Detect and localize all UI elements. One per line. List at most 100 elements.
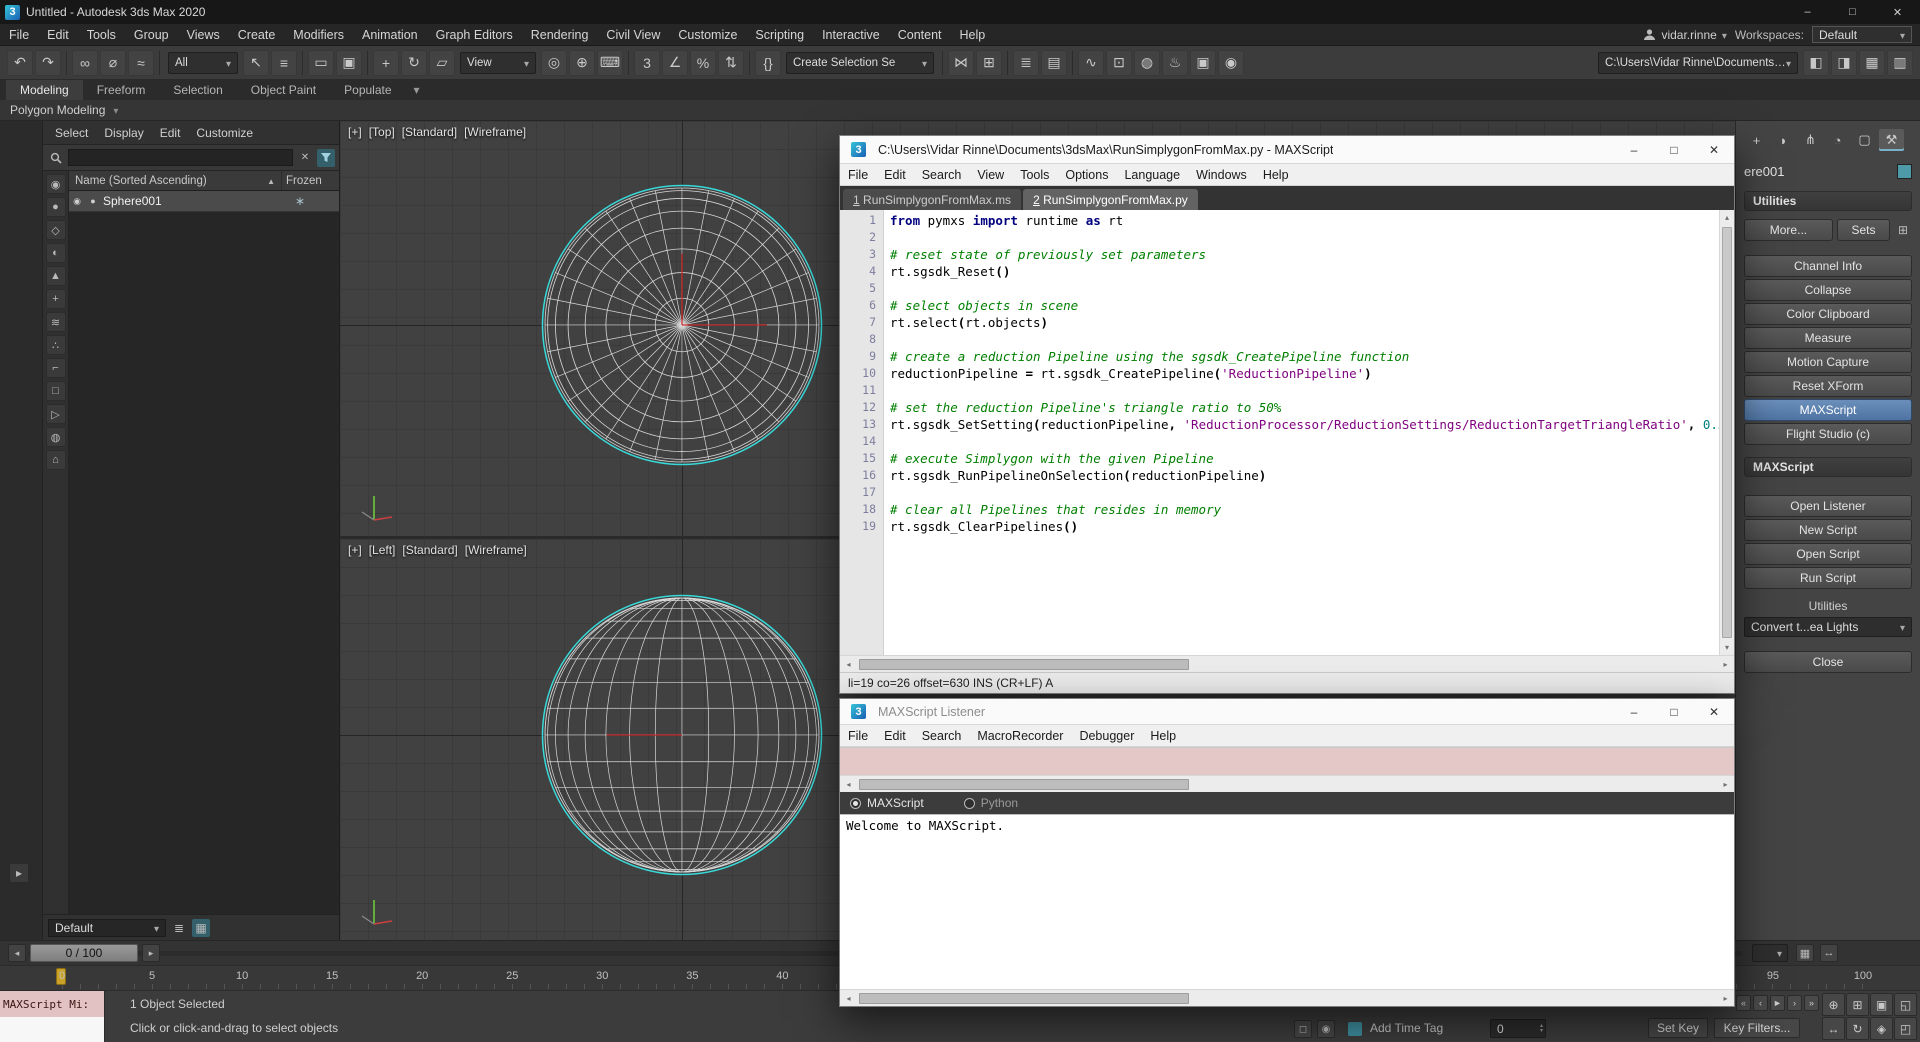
listener-scrollbar[interactable]	[840, 989, 1734, 1006]
track-view-icon[interactable]: ▦	[1796, 944, 1814, 962]
material-editor-icon[interactable]: ◍	[1134, 50, 1160, 76]
utility-button-maxscript[interactable]: MAXScript	[1744, 399, 1912, 421]
angle-snap-icon[interactable]: ∠	[662, 50, 688, 76]
maxscript-rollout-header[interactable]: MAXScript	[1744, 457, 1912, 477]
ribbon-tab-modeling[interactable]: Modeling	[6, 80, 83, 100]
utilities-rollout-header[interactable]: Utilities	[1744, 191, 1912, 211]
bind-to-spacewarp-icon[interactable]: ≈	[128, 50, 154, 76]
scroll-right-icon[interactable]	[1717, 656, 1734, 672]
bones-filter-icon[interactable]: ⌐	[46, 358, 66, 378]
editor-code[interactable]: from pymxs import runtime as rt # reset …	[884, 210, 1719, 655]
pan-icon[interactable]: ↔	[1822, 1017, 1845, 1040]
viewport-menu-general[interactable]: [+]	[348, 125, 362, 139]
minimize-icon[interactable]: –	[1614, 136, 1654, 163]
align-icon[interactable]: ⊞	[976, 50, 1002, 76]
xrefs-filter-icon[interactable]: ▷	[46, 404, 66, 424]
helpers-filter-icon[interactable]: +	[46, 289, 66, 309]
maxscript-button-open-listener[interactable]: Open Listener	[1744, 495, 1912, 517]
layer-list-icon[interactable]: ≣	[170, 919, 188, 937]
spinner-snap-icon[interactable]: ⇅	[718, 50, 744, 76]
scroll-right-icon[interactable]	[1717, 776, 1734, 792]
select-and-rotate-icon[interactable]: ↻	[401, 50, 427, 76]
spacewarps-filter-icon[interactable]: ≋	[46, 312, 66, 332]
column-header-frozen[interactable]: Frozen	[281, 171, 339, 190]
render-shaded-icon[interactable]: ◧	[1803, 50, 1829, 76]
utility-button-flight-studio-c[interactable]: Flight Studio (c)	[1744, 423, 1912, 445]
scrollbar-thumb[interactable]	[859, 993, 1189, 1004]
modify-tab-icon[interactable]: ◗	[1771, 129, 1796, 151]
hierarchy-tab-icon[interactable]: ⋔	[1798, 129, 1823, 151]
scroll-up-icon[interactable]	[1720, 210, 1734, 225]
workspace-dropdown[interactable]: Default	[1812, 26, 1912, 43]
menu-edit[interactable]: Edit	[38, 24, 78, 45]
editor-menu-file[interactable]: File	[840, 168, 876, 182]
menu-modifiers[interactable]: Modifiers	[284, 24, 353, 45]
ribbon-section-polygon-modeling[interactable]: Polygon Modeling	[0, 100, 1920, 121]
render-setup-icon[interactable]: ♨	[1162, 50, 1188, 76]
editor-menu-options[interactable]: Options	[1057, 168, 1116, 182]
select-object-icon[interactable]: ↖	[243, 50, 269, 76]
close-icon[interactable]: ✕	[1694, 699, 1734, 724]
time-slider[interactable]: 0 / 100	[30, 944, 138, 962]
editor-menu-windows[interactable]: Windows	[1188, 168, 1255, 182]
toggle-scene-explorer-icon[interactable]: ≣	[1013, 50, 1039, 76]
schematic-view-icon[interactable]: ⊡	[1106, 50, 1132, 76]
maxscript-button-open-script[interactable]: Open Script	[1744, 543, 1912, 565]
close-utility-button[interactable]: Close	[1744, 651, 1912, 673]
next-frame-icon[interactable]: ▸	[142, 944, 160, 962]
scrollbar-thumb[interactable]	[859, 659, 1189, 670]
go-to-start-icon[interactable]: «	[1736, 995, 1751, 1011]
zoom-icon[interactable]: ⊕	[1822, 993, 1845, 1016]
listener-output[interactable]: Welcome to MAXScript.	[840, 814, 1734, 989]
menu-graph-editors[interactable]: Graph Editors	[427, 24, 522, 45]
object-color-swatch[interactable]	[1897, 164, 1912, 179]
ribbon-tab-populate[interactable]: Populate	[330, 80, 405, 100]
utility-button-color-clipboard[interactable]: Color Clipboard	[1744, 303, 1912, 325]
mini-listener-script-line[interactable]	[0, 1017, 104, 1042]
editor-titlebar[interactable]: 3 C:\Users\Vidar Rinne\Documents\3dsMax\…	[840, 136, 1734, 164]
edit-named-selection-sets-icon[interactable]: {}	[755, 50, 781, 76]
field-of-view-icon[interactable]: ◈	[1870, 1017, 1893, 1040]
select-and-link-icon[interactable]: ∞	[72, 50, 98, 76]
zoom-all-icon[interactable]: ⊞	[1846, 993, 1869, 1016]
next-frame-icon[interactable]: ›	[1787, 995, 1802, 1011]
configure-button-sets-icon[interactable]: ⊞	[1894, 221, 1912, 239]
menu-civil-view[interactable]: Civil View	[597, 24, 669, 45]
maximize-icon[interactable]	[1830, 0, 1875, 24]
listener-menu-file[interactable]: File	[840, 729, 876, 743]
viewport-menu-style[interactable]: [Standard]	[402, 125, 457, 139]
utilities-script-dropdown[interactable]: Convert t...ea Lights	[1744, 617, 1912, 637]
search-input[interactable]	[68, 149, 293, 166]
editor-horizontal-scrollbar[interactable]	[840, 655, 1734, 672]
mini-listener-macro-line[interactable]: MAXScript Mi:	[0, 991, 104, 1017]
minimize-icon[interactable]	[1785, 0, 1830, 24]
scroll-right-icon[interactable]	[1717, 990, 1734, 1006]
select-and-move-icon[interactable]: +	[373, 50, 399, 76]
previous-frame-icon[interactable]: ◂	[8, 944, 26, 962]
utility-button-motion-capture[interactable]: Motion Capture	[1744, 351, 1912, 373]
ribbon-tab-object-paint[interactable]: Object Paint	[237, 80, 330, 100]
render-iterative-icon[interactable]: ◨	[1831, 50, 1857, 76]
editor-tab-1[interactable]: 1 RunSimplygonFromMax.ms	[843, 189, 1021, 210]
viewport-menu-shading[interactable]: [Wireframe]	[464, 125, 526, 139]
macro-recorder-scrollbar[interactable]	[840, 775, 1734, 792]
active-layer-dropdown[interactable]: Default	[48, 919, 166, 937]
object-name-field[interactable]: ere001	[1744, 164, 1784, 179]
macro-recorder-pane[interactable]	[840, 747, 1734, 775]
menu-interactive[interactable]: Interactive	[813, 24, 889, 45]
more-utilities-button[interactable]: More...	[1744, 219, 1833, 241]
add-time-tag-button[interactable]: Add Time Tag	[1370, 1021, 1443, 1035]
menu-rendering[interactable]: Rendering	[522, 24, 598, 45]
redo-icon[interactable]: ↷	[35, 50, 61, 76]
keyboard-shortcut-override-icon[interactable]: ⌨	[597, 50, 623, 76]
utility-button-measure[interactable]: Measure	[1744, 327, 1912, 349]
ribbon-tab-freeform[interactable]: Freeform	[83, 80, 160, 100]
groups-filter-icon[interactable]: □	[46, 381, 66, 401]
explorer-menu-select[interactable]: Select	[47, 126, 96, 140]
create-tab-icon[interactable]: +	[1744, 129, 1769, 151]
display-all-filter-icon[interactable]: ◉	[46, 174, 66, 194]
utility-button-reset-xform[interactable]: Reset XForm	[1744, 375, 1912, 397]
maximize-icon[interactable]: □	[1654, 699, 1694, 724]
listener-menu-search[interactable]: Search	[914, 729, 970, 743]
listener-titlebar[interactable]: 3 MAXScript Listener – □ ✕	[840, 699, 1734, 725]
